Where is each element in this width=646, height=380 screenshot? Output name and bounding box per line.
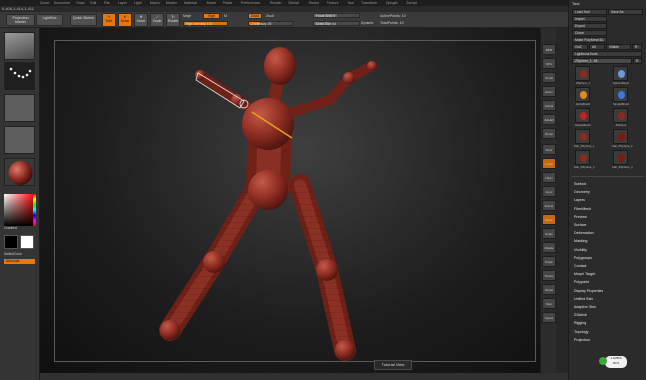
- tool-name: ZSphere: [615, 123, 627, 127]
- tool-preview-icon: [580, 91, 587, 99]
- import-button[interactable]: Import: [572, 16, 607, 22]
- tool-thumbnail[interactable]: [613, 108, 628, 123]
- all-button[interactable]: All: [589, 44, 605, 50]
- subpalette-masking[interactable]: Masking: [574, 239, 587, 243]
- download-speed: 0K/S: [612, 361, 620, 365]
- subpalette-visibility[interactable]: Visibility: [574, 248, 587, 252]
- upload-speed: 1.1MB/S: [610, 356, 622, 360]
- subpalette-adaptive-skin[interactable]: Adaptive Skin: [574, 305, 596, 309]
- shelf-button-spix[interactable]: SPix: [542, 58, 556, 69]
- shelf-button-zoom[interactable]: Zoom: [542, 86, 556, 97]
- tool-preview-icon: [618, 154, 625, 162]
- make-polymesh-button[interactable]: Make PolyMesh3D: [572, 37, 607, 43]
- shelf-button-frame[interactable]: Frame: [542, 200, 556, 211]
- tool-name: Star_ZSphere_4: [612, 165, 633, 169]
- current-tool-slider[interactable]: ZSphere_1. 48: [572, 58, 632, 64]
- tool-thumbnail[interactable]: [613, 150, 628, 165]
- tool-thumbnail[interactable]: [575, 66, 590, 81]
- shelf-button-rotate[interactable]: Rotate: [542, 242, 556, 253]
- tool-preview-icon: [580, 70, 587, 78]
- subpalette-display-properties[interactable]: Display Properties: [574, 289, 603, 293]
- network-speed-badge: 1.1MB/S 0K/S: [605, 356, 627, 368]
- subpalette-rigging[interactable]: Rigging: [574, 321, 586, 325]
- subpalette-polypaint[interactable]: Polypaint: [574, 280, 589, 284]
- export-button[interactable]: Export: [572, 23, 607, 29]
- shelf-button-xpose[interactable]: Xpose: [542, 312, 556, 323]
- tool-thumbnail[interactable]: [613, 87, 628, 102]
- tutorial-view-button[interactable]: Tutorial View: [374, 360, 412, 370]
- shelf-button-solo[interactable]: Solo: [542, 298, 556, 309]
- tool-name: Star_ZSphere_3: [574, 165, 595, 169]
- subpalette-surface[interactable]: Surface: [574, 223, 586, 227]
- shelf-button-scale[interactable]: Scale: [542, 228, 556, 239]
- shelf-button-transp[interactable]: Transp: [542, 270, 556, 281]
- tool-palette-title: Tool: [572, 1, 580, 6]
- shelf-button-ghost[interactable]: Ghost: [542, 284, 556, 295]
- subpalette-geometry[interactable]: Geometry: [574, 190, 590, 194]
- load-tool-button[interactable]: Load Tool: [572, 9, 607, 15]
- r-button[interactable]: R: [632, 44, 642, 50]
- tool-thumbnail[interactable]: [575, 87, 590, 102]
- shelf-button-gxyz[interactable]: Gxyz: [542, 186, 556, 197]
- clone-button[interactable]: Clone: [572, 30, 607, 36]
- tool-preview-icon: [618, 70, 625, 78]
- shelf-button-scroll[interactable]: Scroll: [542, 72, 556, 83]
- tool-palette: Tool Load Tool Save As Import Export Clo…: [568, 0, 646, 380]
- tool-thumbnail[interactable]: [575, 129, 590, 144]
- tool-thumbnail[interactable]: [613, 66, 628, 81]
- shelf-button-actual[interactable]: Actual: [542, 100, 556, 111]
- tool-thumbnail[interactable]: [613, 129, 628, 144]
- shelf-button-persp[interactable]: Persp: [542, 128, 556, 139]
- subpalette-topology[interactable]: Topology: [574, 330, 588, 334]
- lightbox-tools-button[interactable]: Lightbox▸Tools: [572, 51, 642, 57]
- subpalette-subtool[interactable]: Subtool: [574, 182, 586, 186]
- subpalette-zsketch[interactable]: ZSketch: [574, 313, 587, 317]
- subpalette-deformation[interactable]: Deformation: [574, 231, 594, 235]
- tool-name: AlphaBrush: [575, 102, 591, 106]
- tool-preview-icon: [618, 133, 625, 141]
- tool-preview-icon: [618, 112, 625, 120]
- goz-button[interactable]: GoZ: [572, 44, 588, 50]
- subpalette-polygroups[interactable]: Polygroups: [574, 256, 592, 260]
- tool-name: EraserBrush: [575, 123, 591, 127]
- tool-preview-icon: [580, 133, 587, 141]
- status-icon: [599, 357, 607, 365]
- subpalette-projection[interactable]: Projection: [574, 338, 590, 342]
- tool-thumbnail[interactable]: [575, 108, 590, 123]
- tool-preview-icon: [618, 91, 625, 99]
- shelf-button-aahalf[interactable]: AAHalf: [542, 114, 556, 125]
- tool-name: Star_ZSphere_1: [574, 144, 595, 148]
- save-as-button[interactable]: Save As: [608, 9, 643, 15]
- divider: [572, 176, 644, 177]
- shelf-button-bpr[interactable]: BPR: [542, 44, 556, 55]
- tool-name: SphereBrush: [612, 81, 630, 85]
- shelf-button-move[interactable]: Move: [542, 214, 556, 225]
- shelf-scroll-strip[interactable]: [556, 28, 568, 373]
- bottom-tray: [40, 373, 568, 380]
- subpalette-unified-skin[interactable]: Unified Skin: [574, 297, 593, 301]
- tool-name: SimpleBrush: [613, 102, 629, 106]
- tool-r-button[interactable]: R: [633, 58, 642, 64]
- tool-preview-icon: [580, 112, 587, 120]
- subpalette-preview[interactable]: Preview: [574, 215, 587, 219]
- shelf-button-polyf[interactable]: PolyF: [542, 256, 556, 267]
- subpalette-morph-target[interactable]: Morph Target: [574, 272, 595, 276]
- tool-preview-icon: [580, 154, 587, 162]
- shelf-button-floor[interactable]: Floor: [542, 144, 556, 155]
- visible-button[interactable]: Visible: [606, 44, 631, 50]
- subpalette-layers[interactable]: Layers: [574, 198, 585, 202]
- subpalette-contact[interactable]: Contact: [574, 264, 586, 268]
- shelf-button-lsym[interactable]: LSym: [542, 172, 556, 183]
- tool-thumbnail[interactable]: [575, 150, 590, 165]
- shelf-button-local[interactable]: Local: [542, 158, 556, 169]
- tool-name: ZSphere_1: [576, 81, 590, 85]
- subpalette-fibermesh[interactable]: FiberMesh: [574, 207, 591, 211]
- tool-name: Star_ZSphere_2: [612, 144, 633, 148]
